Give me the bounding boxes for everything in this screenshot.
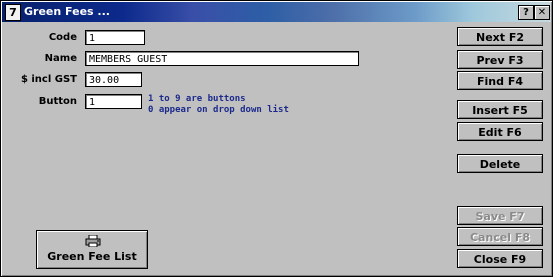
price-label: $ incl GST — [20, 74, 77, 85]
insert-button[interactable]: Insert F5 — [457, 100, 543, 119]
hint-line-2: 0 appear on drop down list — [148, 105, 289, 115]
green-fee-list-button[interactable]: Green Fee List — [36, 230, 148, 269]
hint-line-1: 1 to 9 are buttons — [148, 94, 246, 104]
find-button[interactable]: Find F4 — [457, 71, 543, 90]
help-button[interactable]: ? — [518, 5, 534, 20]
cancel-button[interactable]: Cancel F8 — [457, 227, 543, 246]
printer-icon — [85, 235, 101, 247]
delete-button[interactable]: Delete — [457, 154, 543, 173]
code-field[interactable]: 1 — [85, 30, 145, 45]
title-bar[interactable]: 7 Green Fees ... ? ✕ — [2, 2, 551, 22]
name-label: Name — [44, 53, 77, 64]
save-button[interactable]: Save F7 — [457, 206, 543, 225]
price-field[interactable]: 30.00 — [85, 72, 142, 87]
app-icon[interactable]: 7 — [5, 4, 21, 21]
button-number-field[interactable]: 1 — [85, 94, 142, 109]
close-button[interactable]: Close F9 — [457, 249, 543, 268]
code-label: Code — [48, 32, 77, 43]
prev-button[interactable]: Prev F3 — [457, 50, 543, 69]
name-field[interactable]: MEMBERS GUEST — [85, 51, 359, 66]
edit-button[interactable]: Edit F6 — [457, 122, 543, 141]
window-title: Green Fees ... — [24, 5, 110, 18]
button-label: Button — [38, 96, 77, 107]
next-button[interactable]: Next F2 — [457, 27, 543, 46]
green-fee-list-label: Green Fee List — [47, 250, 137, 263]
green-fees-window: 7 Green Fees ... ? ✕ Code 1 Name MEMBERS… — [0, 0, 553, 277]
close-window-button[interactable]: ✕ — [534, 5, 550, 20]
